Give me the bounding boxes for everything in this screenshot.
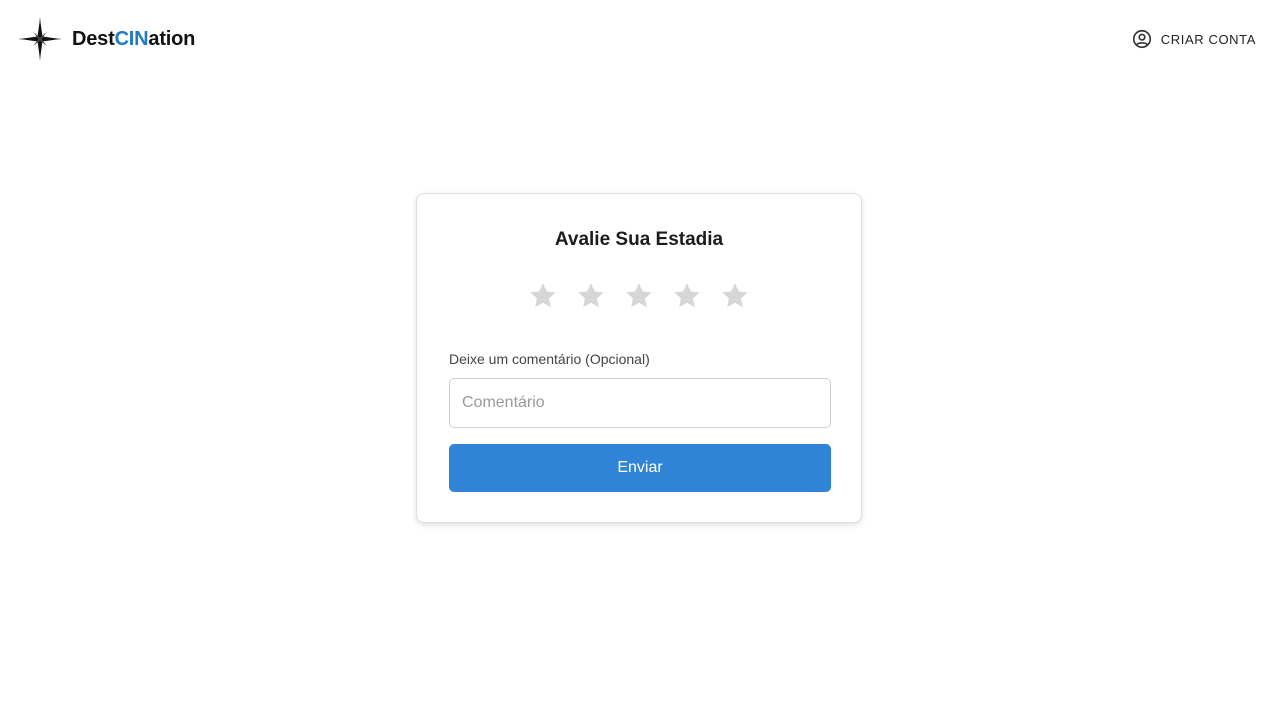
top-header: DestCINation CRIAR CONTA [0,0,1280,78]
compass-star-icon [19,18,61,60]
review-title: Avalie Sua Estadia [554,229,724,250]
star-4-icon[interactable] [671,280,703,312]
comment-label: Deixe um comentário (Opcional) [449,351,650,367]
logo-link[interactable]: DestCINation [18,17,195,61]
brand-suffix: ation [148,27,196,50]
star-1-icon[interactable] [527,280,559,312]
star-2-icon[interactable] [575,280,607,312]
star-3-icon[interactable] [623,280,655,312]
create-account-label: CRIAR CONTA [1160,31,1256,47]
create-account-link[interactable]: CRIAR CONTA [1131,28,1256,50]
user-circle-icon [1132,29,1151,49]
brand-name: DestCINation [72,28,195,51]
star-5-icon[interactable] [719,280,751,312]
submit-button[interactable]: Enviar [449,444,831,492]
star-rating [417,280,861,312]
brand-prefix: Dest [72,27,115,50]
review-card: Avalie Sua Estadia Deixe um comentário (… [416,193,862,523]
comment-input[interactable] [449,378,831,428]
brand-accent: CIN [114,27,149,50]
